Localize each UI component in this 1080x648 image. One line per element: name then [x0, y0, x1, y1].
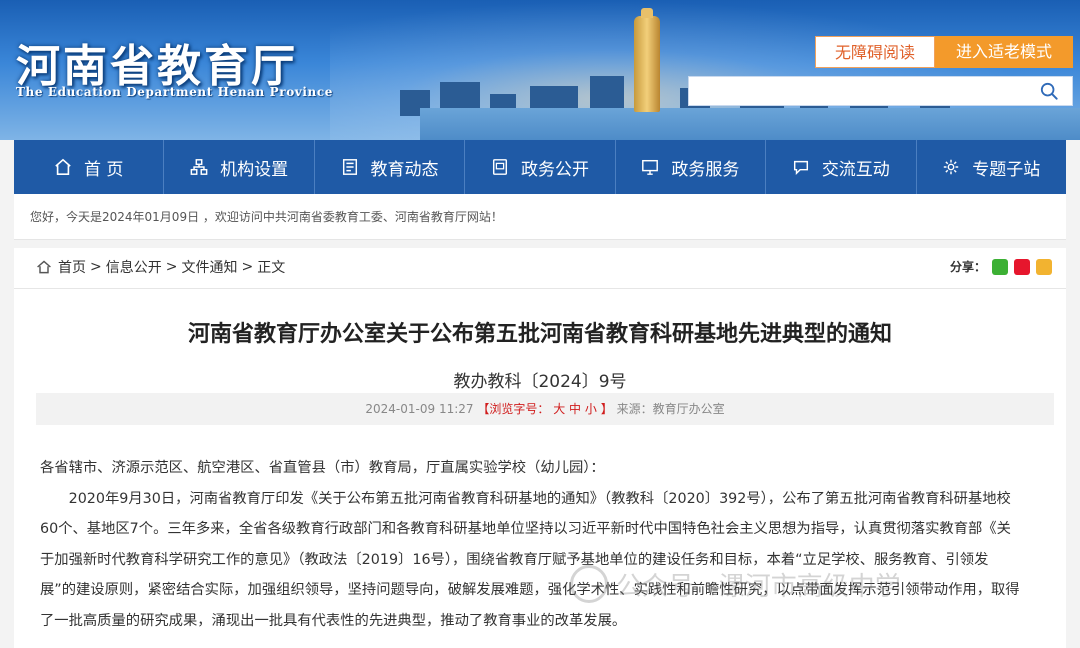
font-size-suffix: 】 [600, 402, 613, 416]
banner-water [420, 108, 1080, 140]
breadcrumb-info[interactable]: 信息公开 [106, 257, 162, 277]
share-bar: 分享： [950, 258, 1052, 275]
nav-item-label: 交流互动 [821, 159, 890, 180]
banner-tower [634, 8, 660, 112]
article-date: 2024-01-09 11:27 [365, 402, 474, 416]
document-icon [492, 159, 507, 175]
nav-item-news[interactable]: 教育动态 [315, 140, 466, 194]
news-icon [342, 159, 357, 175]
watermark-text: 公众号 · 漯河市高级中学 [616, 571, 901, 602]
nav-item-label: 政务公开 [520, 159, 589, 180]
wechat-official-icon [570, 565, 608, 603]
org-icon [190, 159, 208, 175]
search-input[interactable] [697, 81, 1027, 101]
breadcrumb-separator: > [165, 259, 178, 275]
article-body: 各省辖市、济源示范区、航空港区、省直管县（市）教育局，厅直属实验学校（幼儿园）：… [40, 453, 1020, 636]
breadcrumb-home[interactable]: 首页 [58, 257, 86, 277]
header-banner: 河南省教育厅 The Education Department Henan Pr… [0, 0, 1080, 140]
breadcrumb-notices[interactable]: 文件通知 [181, 257, 237, 277]
breadcrumb: 首页 > 信息公开 > 文件通知 > 正文 [36, 257, 289, 277]
elder-mode-button[interactable]: 进入适老模式 [935, 36, 1073, 68]
nav-item-topics[interactable]: 专题子站 [917, 140, 1066, 194]
article-paragraph: 2020年9月30日，河南省教育厅印发《关于公布第五批河南省教育科研基地的通知》… [40, 490, 1020, 629]
breadcrumb-separator: > [241, 259, 254, 275]
main-nav: 首 页 机构设置 教育动态 政务公开 政务服务 交流互动 专题子站 [14, 140, 1066, 194]
chat-icon [793, 160, 808, 176]
breadcrumb-separator: > [90, 259, 102, 275]
font-size-small[interactable]: 小 [585, 402, 597, 416]
nav-item-label: 政务服务 [671, 159, 740, 180]
site-subtitle: The Education Department Henan Province [16, 85, 333, 99]
nav-item-org[interactable]: 机构设置 [164, 140, 315, 194]
nav-item-home[interactable]: 首 页 [14, 140, 165, 194]
share-label: 分享： [949, 260, 986, 274]
gear-icon [944, 159, 959, 175]
search-icon[interactable] [1040, 82, 1058, 100]
qq-icon[interactable] [1036, 258, 1052, 275]
nav-item-label: 首 页 [84, 159, 124, 180]
watermark: 公众号 · 漯河市高级中学 [570, 565, 901, 603]
nav-item-interact[interactable]: 交流互动 [766, 140, 917, 194]
monitor-icon [642, 159, 659, 175]
nav-item-label: 专题子站 [972, 159, 1041, 180]
nav-item-label: 教育动态 [370, 159, 439, 180]
wechat-icon[interactable] [992, 258, 1008, 275]
nav-item-service[interactable]: 政务服务 [616, 140, 767, 194]
home-icon[interactable] [36, 259, 52, 275]
home-icon [55, 158, 71, 176]
document-number: 教办教科〔2024〕9号 [453, 372, 627, 392]
accessibility-button[interactable]: 无障碍阅读 [815, 36, 935, 68]
divider [14, 288, 1066, 289]
article-meta: 2024-01-09 11:27 【浏览字号： 大 中 小 】 来源：教育厅办公… [36, 393, 1054, 425]
font-size-prefix: 【浏览字号： [477, 402, 550, 416]
breadcrumb-current: 正文 [257, 260, 286, 276]
weibo-icon[interactable] [1014, 258, 1030, 275]
nav-item-label: 机构设置 [220, 159, 289, 180]
welcome-bar: 您好，今天是2024年01月09日 ，欢迎访问中共河南省委教育工委、河南省教育厅… [14, 194, 1066, 240]
article-recipients: 各省辖市、济源示范区、航空港区、省直管县（市）教育局，厅直属实验学校（幼儿园）： [40, 460, 605, 476]
nav-item-public[interactable]: 政务公开 [465, 140, 616, 194]
article-source: 来源：教育厅办公室 [616, 402, 725, 416]
font-size-large[interactable]: 大 [553, 402, 565, 416]
search-box [688, 76, 1073, 106]
article-title: 河南省教育厅办公室关于公布第五批河南省教育科研基地先进典型的通知 [187, 322, 892, 347]
font-size-medium[interactable]: 中 [569, 402, 581, 416]
